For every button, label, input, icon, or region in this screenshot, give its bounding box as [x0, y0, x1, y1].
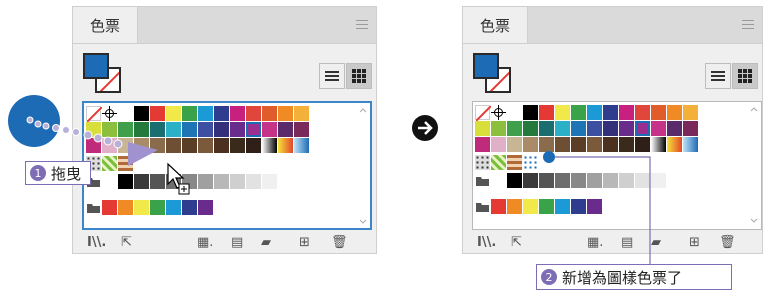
- callout-leader-line: [543, 151, 651, 265]
- step-number-2: 2: [541, 269, 557, 285]
- callout-added: 2 新增為圖樣色票了: [536, 264, 732, 290]
- callout-added-text: 新增為圖樣色票了: [562, 268, 683, 287]
